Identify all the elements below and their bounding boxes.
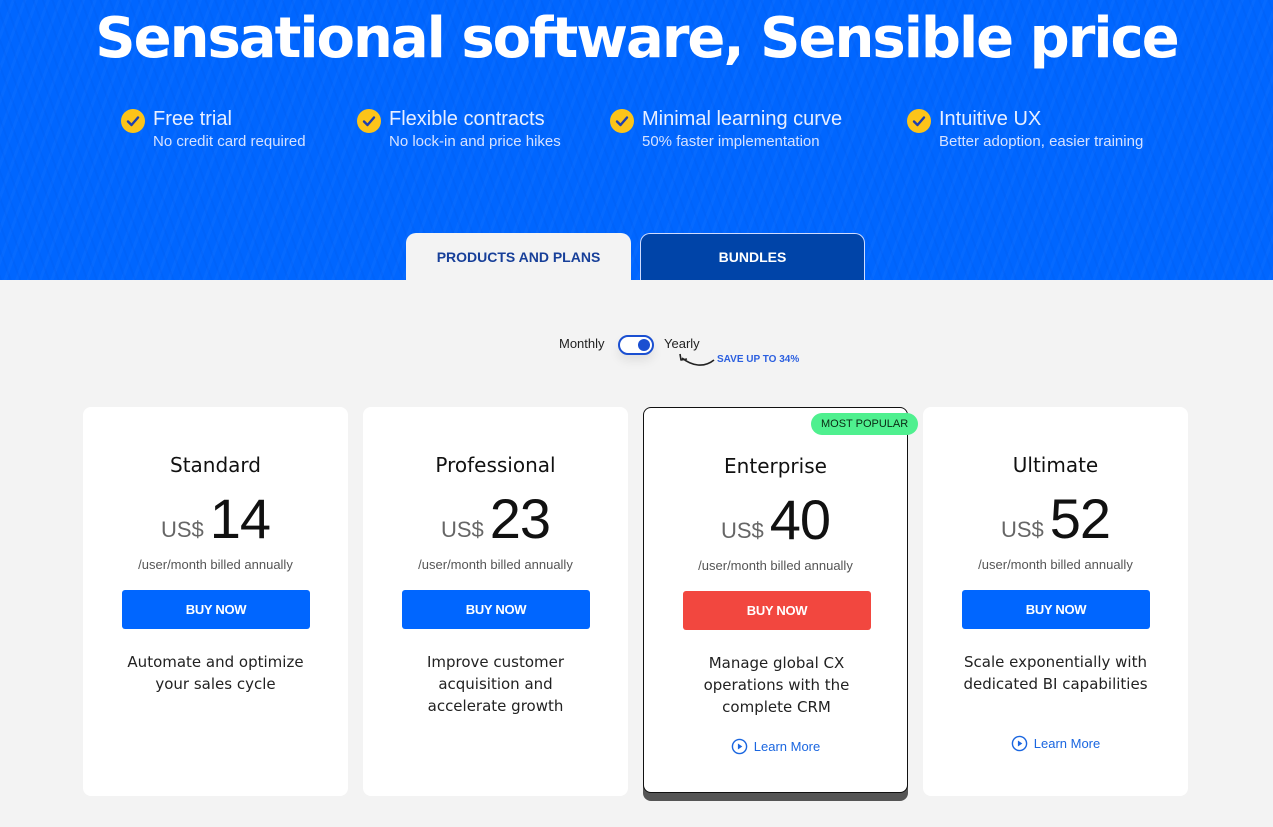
check-circle-icon (121, 109, 145, 133)
plan-name: Professional (435, 453, 556, 477)
check-circle-icon (610, 109, 634, 133)
buy-now-button[interactable]: BUY NOW (683, 591, 871, 630)
plan-description: Automate and optimize your sales cycle (127, 653, 304, 693)
feature-subtitle: No lock-in and price hikes (389, 133, 561, 150)
plan-price: US$ 40 (644, 490, 907, 550)
hero-banner: Sensational software, Sensible price Fre… (0, 0, 1273, 280)
buy-now-button[interactable]: BUY NOW (122, 590, 310, 629)
save-badge: SAVE UP TO 34% (717, 354, 800, 365)
billing-note: /user/month billed annually (418, 557, 573, 572)
tab-products-and-plans[interactable]: PRODUCTS AND PLANS (406, 233, 631, 280)
plan-name: Standard (170, 453, 261, 477)
price-amount: 23 (489, 487, 551, 550)
feature-title: Intuitive UX (939, 108, 1042, 130)
feature-intuitive-ux: Intuitive UX Better adoption, easier tra… (907, 106, 1143, 152)
feature-subtitle: Better adoption, easier training (939, 133, 1144, 150)
buy-now-button[interactable]: BUY NOW (962, 590, 1150, 629)
curved-arrow-icon (679, 353, 715, 366)
price-currency: US$ (720, 518, 764, 543)
plan-name: Enterprise (724, 454, 827, 478)
plan-description: Improve customer acquisition and acceler… (426, 653, 565, 715)
feature-flexible-contracts: Flexible contracts No lock-in and price … (357, 106, 561, 152)
tab-bundles[interactable]: BUNDLES (640, 233, 865, 280)
feature-free-trial: Free trial No credit card required (121, 106, 306, 152)
plan-card-professional: Professional US$ 23 /user/month billed a… (363, 407, 628, 796)
price-amount: 14 (209, 487, 271, 550)
billing-note: /user/month billed annually (138, 557, 293, 572)
billing-note: /user/month billed annually (698, 558, 853, 573)
learn-more-label: Learn More (753, 739, 821, 754)
plan-description: Manage global CX operations with the com… (703, 654, 850, 716)
most-popular-badge: MOST POPULAR (811, 413, 919, 435)
billing-period-toggle[interactable] (618, 335, 654, 355)
plan-card-standard: Standard US$ 14 /user/month billed annua… (83, 407, 348, 796)
feature-title: Flexible contracts (389, 108, 545, 130)
toggle-knob (638, 339, 650, 351)
price-currency: US$ (1000, 517, 1044, 542)
feature-subtitle: 50% faster implementation (642, 133, 820, 150)
price-amount: 40 (769, 488, 831, 551)
price-currency: US$ (440, 517, 484, 542)
learn-more-label: Learn More (1033, 736, 1101, 751)
billing-toggle-row: Monthly Yearly SAVE UP TO 34% (0, 334, 1273, 374)
plan-name: Ultimate (1012, 453, 1099, 477)
plan-card-ultimate: Ultimate US$ 52 /user/month billed annua… (923, 407, 1188, 796)
feature-title: Minimal learning curve (642, 108, 843, 130)
plan-price: US$ 52 (923, 489, 1188, 549)
feature-learning-curve: Minimal learning curve 50% faster implem… (610, 106, 842, 152)
billing-note: /user/month billed annually (978, 557, 1133, 572)
learn-more-link[interactable]: Learn More (644, 738, 907, 755)
feature-subtitle: No credit card required (153, 133, 306, 150)
learn-more-link[interactable]: Learn More (923, 735, 1188, 752)
plan-description: Scale exponentially with dedicated BI ca… (963, 653, 1148, 693)
check-circle-icon (907, 109, 931, 133)
monthly-label[interactable]: Monthly (559, 336, 605, 351)
page-title: Sensational software, Sensible price (95, 6, 1179, 71)
plan-card-enterprise: MOST POPULAR Enterprise US$ 40 /user/mon… (643, 407, 919, 793)
play-circle-icon (1011, 735, 1028, 752)
price-currency: US$ (160, 517, 204, 542)
play-circle-icon (731, 738, 748, 755)
price-amount: 52 (1049, 487, 1111, 550)
check-circle-icon (357, 109, 381, 133)
plan-price: US$ 14 (83, 489, 348, 549)
feature-title: Free trial (153, 108, 232, 130)
plan-price: US$ 23 (363, 489, 628, 549)
feature-list: Free trial No credit card required Flexi… (0, 106, 1273, 166)
buy-now-button[interactable]: BUY NOW (402, 590, 590, 629)
